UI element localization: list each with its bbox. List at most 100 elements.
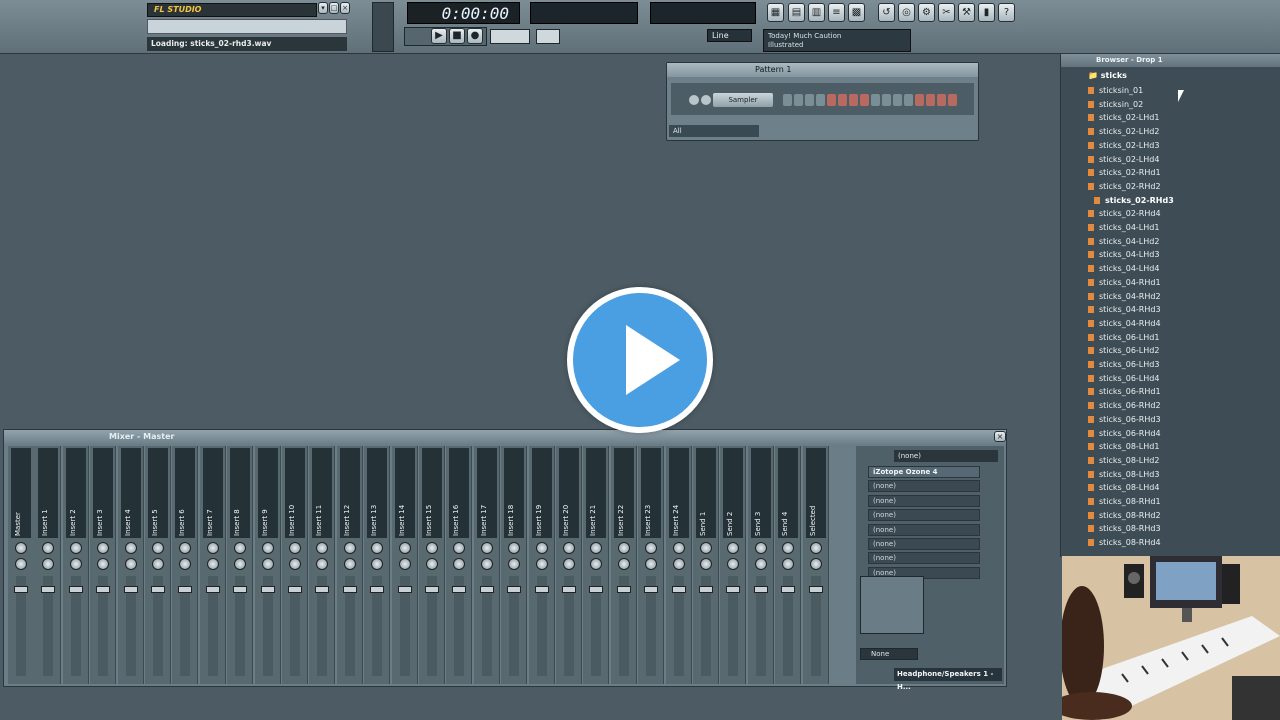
channel-fader[interactable] [671,576,686,676]
channel-knob[interactable] [234,558,247,570]
fx-slot[interactable]: (none) [868,494,980,507]
fader-cap[interactable] [425,586,439,593]
mixer-channel[interactable]: Insert 17 [473,446,500,684]
browser-item[interactable]: sticks_02-RHd2 [1088,180,1161,193]
channel-knob[interactable] [124,558,137,570]
mixer-channel[interactable]: Insert 15 [419,446,445,684]
fader-cap[interactable] [616,586,631,593]
channel-fader[interactable] [534,576,549,676]
fader-cap[interactable] [342,586,357,593]
channel-knob[interactable] [261,558,274,570]
step-button[interactable] [860,94,869,106]
channel-knob[interactable] [590,542,603,554]
channel-knob[interactable] [727,558,740,570]
disk-icon[interactable]: ▮ [978,3,995,22]
channel-knob[interactable] [700,558,712,570]
channel-knob[interactable] [426,558,438,570]
channel-knob[interactable] [179,542,192,554]
browser-item[interactable]: sticks_02-LHd2 [1088,125,1159,138]
browser-item[interactable]: sticks_04-LHd1 [1088,221,1159,234]
channel-knob[interactable] [563,542,575,554]
channel-fader[interactable] [68,576,83,676]
channel-fader[interactable] [342,576,357,676]
channel-knob[interactable] [754,542,767,554]
mixer-channel[interactable]: Insert 5 [145,446,171,684]
channel-knob[interactable] [343,558,356,570]
browser-item[interactable]: sticks_04-LHd4 [1088,262,1159,275]
fader-cap[interactable] [726,586,741,593]
step-button[interactable] [827,94,836,106]
channel-fader[interactable] [808,576,823,676]
fader-cap[interactable] [397,586,412,593]
channel-knob[interactable] [206,558,219,570]
channel-knob[interactable] [617,558,630,570]
step-sequencer-icon[interactable]: ▤ [788,3,805,22]
tempo-tap-icon[interactable]: ◎ [898,3,915,22]
mixer-channel[interactable]: Insert 11 [309,446,336,684]
channel-knob[interactable] [535,558,548,570]
close-button[interactable]: × [340,2,350,14]
channel-fader[interactable] [589,576,604,676]
channel-knob[interactable] [508,542,521,554]
fader-cap[interactable] [589,586,604,593]
fader-cap[interactable] [123,586,138,593]
master-volume[interactable] [372,2,394,52]
step-button[interactable] [783,94,792,106]
channel-knob[interactable] [289,542,301,554]
channel-fader[interactable] [616,576,631,676]
mixer-icon[interactable]: ▩ [848,3,865,22]
step-button[interactable] [805,94,814,106]
fx-slot[interactable]: (none) [868,480,980,493]
channel-fader[interactable] [753,576,768,676]
fader-cap[interactable] [452,586,467,593]
minimize-button[interactable]: ▾ [318,2,328,14]
browser-item[interactable]: sticks_06-RHd4 [1088,427,1161,440]
browser-item[interactable]: sticks_08-RHd3 [1088,522,1161,535]
folder-sticks[interactable]: 📁 sticks [1088,71,1127,84]
browser-item[interactable]: sticks_08-LHd1 [1088,440,1159,453]
scissors-icon[interactable]: ✂ [938,3,955,22]
step-button[interactable] [794,94,803,106]
fader-cap[interactable] [14,586,28,593]
channel-knob[interactable] [672,558,685,570]
pattern-title[interactable]: Pattern 1 [667,63,978,77]
channel-knob[interactable] [480,558,493,570]
fader-cap[interactable] [534,586,549,593]
mixer-channel[interactable]: Insert 12 [336,446,363,684]
channel-knob[interactable] [782,558,795,570]
record-button[interactable]: ● [467,28,483,44]
channel-knob[interactable] [590,558,603,570]
fader-cap[interactable] [41,586,56,593]
preset-display[interactable]: Today! Much Caution Illustrated [763,29,911,52]
mixer-channel[interactable]: Selected [802,446,829,684]
mixer-channel[interactable]: Insert 19 [528,446,555,684]
fx-slot[interactable]: (none) [868,523,980,536]
browser-item[interactable]: sticks_08-RHd2 [1088,509,1161,522]
video-play-button[interactable] [567,287,713,433]
eq-graph[interactable] [860,576,924,634]
maximize-button[interactable]: □ [329,2,339,14]
mixer-channel[interactable]: Insert 22 [610,446,637,684]
channel-knob[interactable] [453,558,466,570]
tempo-box[interactable] [490,29,530,44]
channel-knob[interactable] [809,558,822,570]
browser-item[interactable]: sticks_08-LHd2 [1088,454,1159,467]
channel-fader[interactable] [452,576,467,676]
mixer-channel[interactable]: Insert 20 [556,446,582,684]
channel-knob[interactable] [700,542,712,554]
step-button[interactable] [915,94,924,106]
browser-item[interactable]: sticks_06-LHd2 [1088,344,1159,357]
channel-knob[interactable] [69,542,82,554]
plugin-icon[interactable]: ⚙ [918,3,935,22]
channel-fader[interactable] [178,576,193,676]
help-icon[interactable]: ? [998,3,1015,22]
fx-slot[interactable]: iZotope Ozone 4 [868,466,980,478]
channel-knob[interactable] [398,558,411,570]
channel-knob[interactable] [69,558,82,570]
time-display[interactable]: 0:00:00 [407,2,520,24]
browser-item[interactable]: sticks_06-RHd2 [1088,399,1161,412]
mixer-channel[interactable]: Insert 4 [117,446,144,684]
channel-fader[interactable] [644,576,659,676]
browser-icon[interactable]: ≡ [828,3,845,22]
mixer-channel[interactable]: Insert 10 [282,446,308,684]
